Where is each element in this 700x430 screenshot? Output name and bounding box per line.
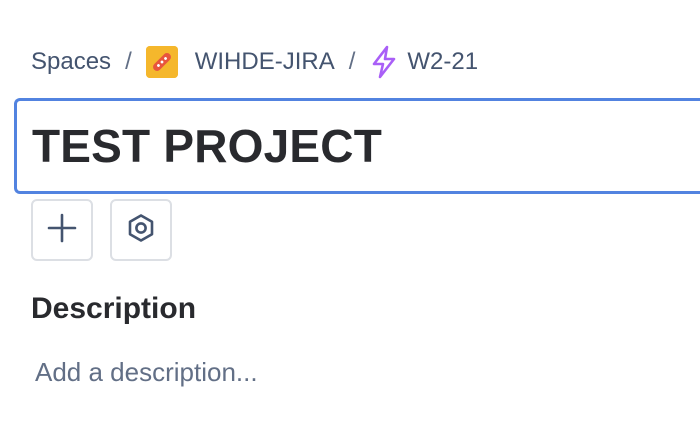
lightning-icon: [369, 45, 399, 79]
description-editor-placeholder[interactable]: Add a description...: [35, 357, 258, 388]
plus-icon: [46, 212, 78, 249]
breadcrumb-spaces-link[interactable]: Spaces: [31, 48, 111, 76]
breadcrumb-issue-key: W2-21: [407, 48, 479, 75]
issue-view: Spaces / WIHDE-JIRA / W2-21 TEST PROJECT…: [0, 0, 700, 430]
hexagon-nut-icon: [125, 212, 157, 249]
breadcrumb-spaces-label: Spaces: [31, 48, 112, 75]
breadcrumb-separator: /: [125, 48, 132, 75]
issue-title-field[interactable]: TEST PROJECT: [14, 98, 700, 194]
issue-title: TEST PROJECT: [32, 120, 383, 172]
space-avatar-icon: [145, 46, 178, 78]
breadcrumb-space-link[interactable]: WIHDE-JIRA: [145, 46, 335, 78]
breadcrumb-space-name: WIHDE-JIRA: [194, 48, 335, 75]
description-heading: Description: [31, 292, 197, 325]
breadcrumb-issue-link[interactable]: W2-21: [369, 45, 478, 79]
breadcrumb-separator: /: [348, 48, 356, 75]
apps-button[interactable]: [110, 199, 172, 261]
add-button[interactable]: [31, 199, 93, 261]
breadcrumb: Spaces / WIHDE-JIRA / W2-21: [31, 44, 478, 80]
